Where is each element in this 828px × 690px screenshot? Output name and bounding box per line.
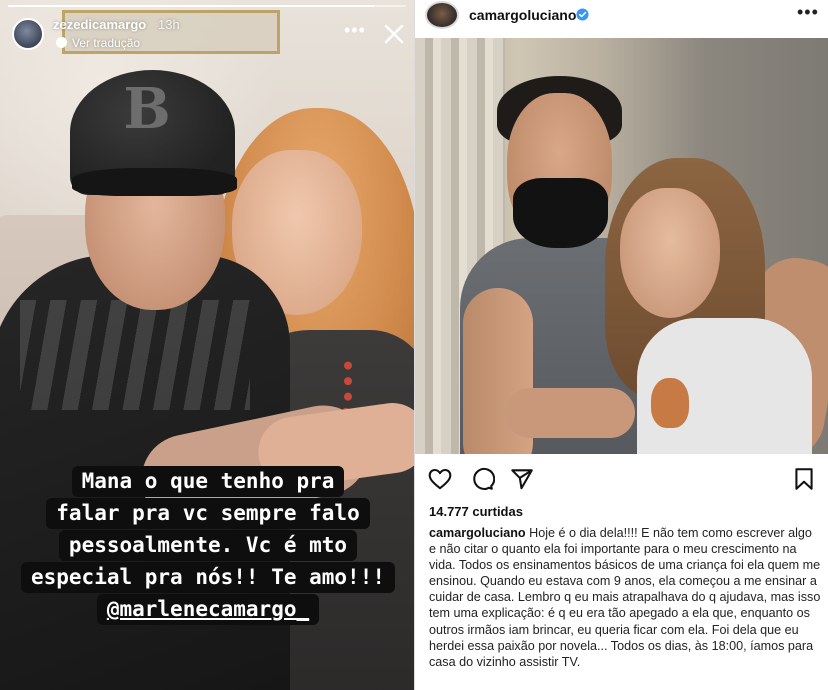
story-caption-line: pessoalmente. Vc é mto [58,530,358,561]
story-caption-line: falar pra vc sempre falo [46,498,370,529]
post-username[interactable]: camargoluciano [469,7,576,23]
translate-link[interactable]: Ver tradução [56,36,140,50]
story-avatar[interactable] [12,18,44,50]
translate-label: Ver tradução [72,36,141,50]
heart-icon[interactable] [427,466,453,492]
post-avatar[interactable] [425,1,459,29]
black-face-mask [513,178,608,248]
story-mention[interactable]: @marlenecamargo_ [96,594,320,625]
caption-text: Hoje é o dia dela!!!! E não tem como esc… [429,526,821,669]
squirrel-print [651,378,689,428]
story-text-overlay: Mana o que tenho pra falar pra vc sempre… [12,466,404,626]
story-progress-bar [8,5,406,7]
post-header: camargoluciano ••• [415,0,828,32]
likes-number: 14.777 [429,504,469,519]
more-options-icon[interactable]: ••• [797,2,819,23]
bookmark-icon[interactable] [791,466,817,492]
post-caption: camargoluciano Hoje é o dia dela!!!! E n… [429,525,821,670]
verified-badge-icon [576,8,589,21]
likes-count[interactable]: 14.777 curtidas [429,504,523,519]
tshirt-print [20,300,250,410]
likes-label: curtidas [472,504,523,519]
story-caption-line: especial pra nós!! Te amo!!! [20,562,395,593]
woman-face [620,188,720,318]
story-timestamp: 13h [158,17,180,32]
comment-icon[interactable] [469,466,495,492]
cap-brim [72,168,237,196]
story-username[interactable]: zezedicamargo [53,17,146,32]
story-header: zezedicamargo 13h Ver tradução ••• [10,16,410,52]
more-options-icon[interactable]: ••• [344,20,366,41]
translate-icon [56,37,67,48]
caption-username[interactable]: camargoluciano [429,526,526,540]
post-actions-bar [415,462,828,494]
instagram-post: camargoluciano ••• 14.777 curtidas camar… [414,0,828,690]
close-icon[interactable] [382,22,406,46]
story-caption-line: Mana o que tenho pra [71,466,345,497]
cap-logo-b: B [123,76,171,142]
story-view[interactable]: B zezedicamargo 13h Ver tradução ••• Man… [0,0,414,690]
man-hand [505,388,635,438]
send-icon[interactable] [509,466,535,492]
story-progress-fill [8,5,375,7]
post-photo[interactable] [415,38,828,454]
